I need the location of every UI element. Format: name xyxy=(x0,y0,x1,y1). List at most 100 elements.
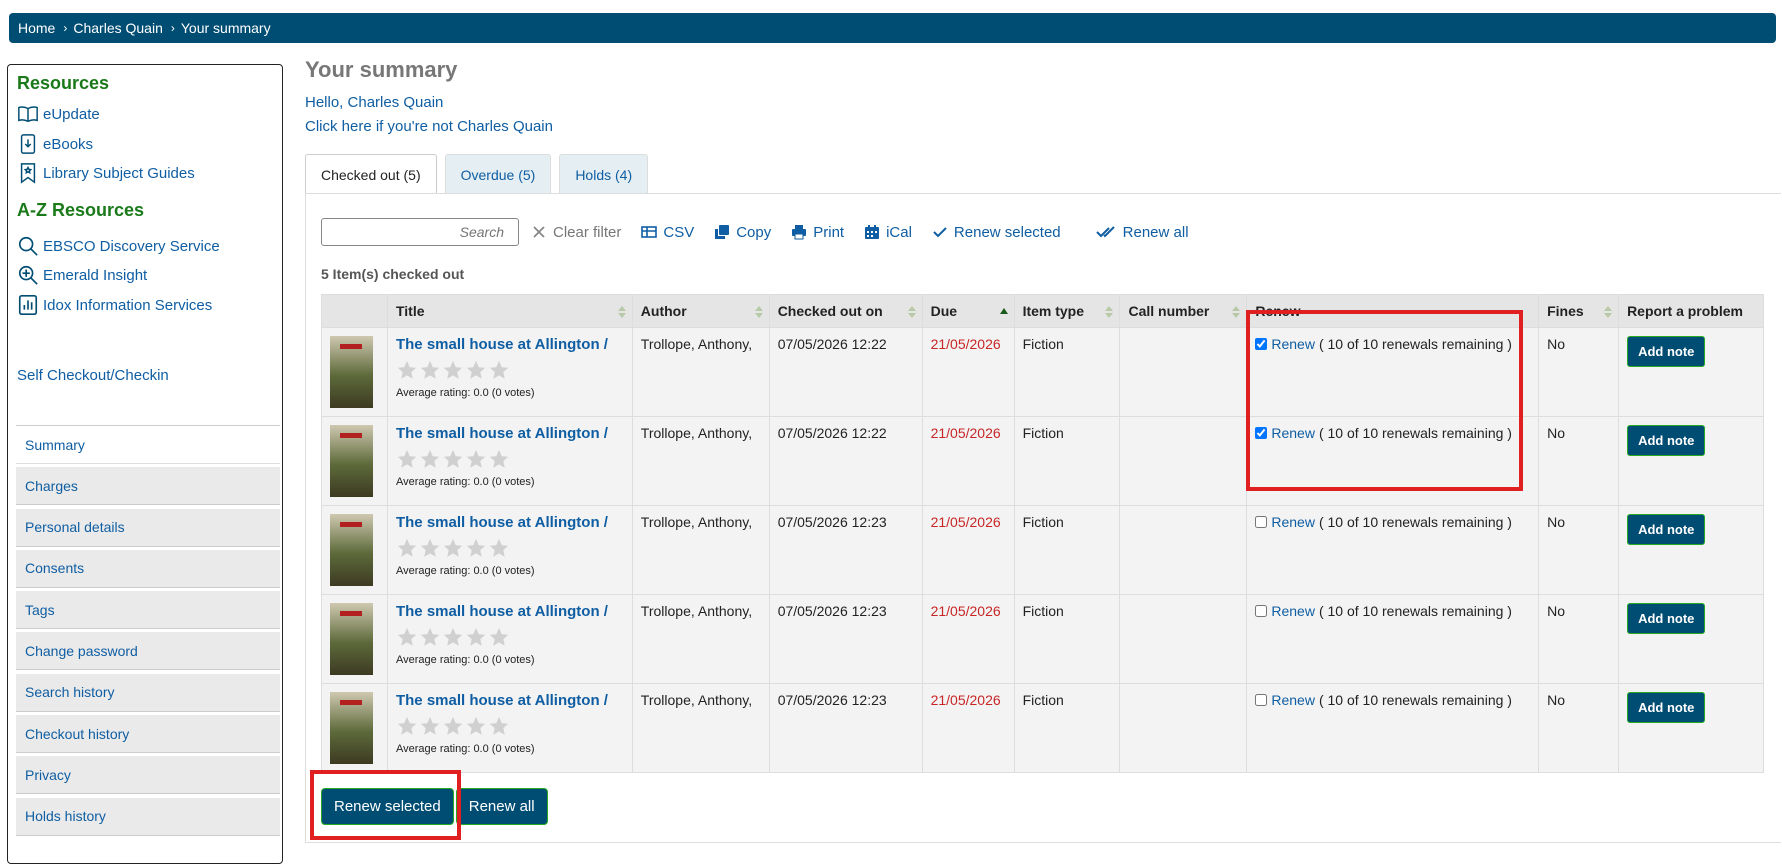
star-icon[interactable] xyxy=(419,715,441,737)
star-icon[interactable] xyxy=(488,448,510,470)
renew-selected-link[interactable]: Renew selected xyxy=(932,224,1061,241)
star-icon[interactable] xyxy=(465,626,487,648)
star-icon[interactable] xyxy=(442,448,464,470)
star-icon[interactable] xyxy=(488,715,510,737)
add-note-button[interactable]: Add note xyxy=(1627,692,1706,723)
renew-all-link[interactable]: Renew all xyxy=(1095,224,1189,241)
book-cover-image[interactable] xyxy=(330,514,373,586)
title-link[interactable]: The small house at Allington / xyxy=(396,336,608,353)
sidebar-link-subject-guides[interactable]: Library Subject Guides xyxy=(17,162,195,184)
average-rating: Average rating: 0.0 (0 votes) xyxy=(395,387,535,399)
star-icon[interactable] xyxy=(396,359,418,381)
sidebar-link-self-checkout[interactable]: Self Checkout/Checkin xyxy=(17,367,169,384)
star-icon[interactable] xyxy=(419,359,441,381)
book-cover-image[interactable] xyxy=(330,425,373,497)
az-heading: A-Z Resources xyxy=(17,200,145,220)
star-icon[interactable] xyxy=(442,626,464,648)
breadcrumb-home[interactable]: Home xyxy=(18,20,55,36)
add-note-button[interactable]: Add note xyxy=(1627,425,1706,456)
star-rating[interactable] xyxy=(396,448,624,470)
author-cell: Trollope, Anthony, xyxy=(631,505,770,595)
breadcrumb-user[interactable]: Charles Quain xyxy=(73,20,163,36)
star-icon[interactable] xyxy=(442,715,464,737)
title-link[interactable]: The small house at Allington / xyxy=(396,692,608,709)
menu-item-change-password[interactable]: Change password xyxy=(16,632,280,671)
copy-label: Copy xyxy=(736,223,772,241)
star-icon[interactable] xyxy=(419,537,441,559)
column-header-checked-out-on[interactable]: Checked out on xyxy=(768,294,923,328)
star-icon[interactable] xyxy=(396,626,418,648)
column-header-call-number[interactable]: Call number xyxy=(1119,294,1248,328)
title-link[interactable]: The small house at Allington / xyxy=(396,425,608,442)
column-header-due[interactable]: Due xyxy=(921,294,1015,328)
ical-button[interactable]: iCal xyxy=(864,224,912,241)
copy-button[interactable]: Copy xyxy=(714,224,771,241)
menu-item-checkout-history[interactable]: Checkout history xyxy=(16,715,280,754)
star-icon[interactable] xyxy=(488,626,510,648)
star-rating[interactable] xyxy=(396,715,624,737)
star-icon[interactable] xyxy=(488,537,510,559)
book-cover-image[interactable] xyxy=(330,336,373,408)
renew-link[interactable]: Renew xyxy=(1271,603,1315,619)
column-header-item-type[interactable]: Item type xyxy=(1013,294,1121,328)
menu-item-search-history[interactable]: Search history xyxy=(16,673,280,712)
search-input[interactable] xyxy=(321,218,519,246)
renew-checkbox[interactable] xyxy=(1255,605,1268,617)
star-icon[interactable] xyxy=(396,715,418,737)
book-cover-image[interactable] xyxy=(330,603,373,675)
not-me-link[interactable]: Click here if you're not Charles Quain xyxy=(305,118,553,135)
print-button[interactable]: Print xyxy=(791,224,844,241)
menu-item-privacy[interactable]: Privacy xyxy=(16,756,280,795)
sidebar-link-eupdate[interactable]: eUpdate xyxy=(17,103,100,125)
renew-link[interactable]: Renew xyxy=(1271,692,1315,708)
add-note-button[interactable]: Add note xyxy=(1627,514,1706,545)
star-icon[interactable] xyxy=(419,626,441,648)
book-cover-image[interactable] xyxy=(330,692,373,764)
star-icon[interactable] xyxy=(465,359,487,381)
star-icon[interactable] xyxy=(419,448,441,470)
menu-item-personal-details[interactable]: Personal details xyxy=(16,508,280,547)
star-icon[interactable] xyxy=(396,448,418,470)
star-icon[interactable] xyxy=(442,537,464,559)
column-header-title[interactable]: Title xyxy=(386,294,633,328)
sidebar-link-idox[interactable]: Idox Information Services xyxy=(17,294,212,316)
sidebar-link-emerald[interactable]: Emerald Insight xyxy=(17,264,147,286)
renew-checkbox[interactable] xyxy=(1255,694,1268,706)
star-icon[interactable] xyxy=(465,715,487,737)
column-header-label: Fines xyxy=(1547,303,1584,319)
menu-item-holds-history[interactable]: Holds history xyxy=(16,797,280,836)
tab-checked-out[interactable]: Checked out (5) xyxy=(305,154,437,194)
star-rating[interactable] xyxy=(396,626,624,648)
menu-item-charges[interactable]: Charges xyxy=(16,467,280,506)
item-type-cell: Fiction xyxy=(1013,683,1121,773)
add-note-button[interactable]: Add note xyxy=(1627,336,1706,367)
table-row: The small house at Allington / Average r… xyxy=(321,505,1764,595)
renew-link[interactable]: Renew xyxy=(1271,514,1315,530)
menu-item-consents[interactable]: Consents xyxy=(16,549,280,588)
star-rating[interactable] xyxy=(396,359,624,381)
menu-item-summary[interactable]: Summary xyxy=(16,426,280,464)
star-rating[interactable] xyxy=(396,537,624,559)
tab-overdue[interactable]: Overdue (5) xyxy=(444,154,552,194)
clear-filter-button[interactable]: Clear filter xyxy=(531,224,621,241)
sidebar-link-ebooks[interactable]: eBooks xyxy=(17,133,93,155)
sidebar-link-ebsco[interactable]: EBSCO Discovery Service xyxy=(17,235,220,257)
add-note-button[interactable]: Add note xyxy=(1627,603,1706,634)
menu-item-tags[interactable]: Tags xyxy=(16,591,280,630)
column-header-author[interactable]: Author xyxy=(631,294,770,328)
star-icon[interactable] xyxy=(488,359,510,381)
renew-checkbox[interactable] xyxy=(1255,516,1268,528)
star-icon[interactable] xyxy=(442,359,464,381)
tab-holds[interactable]: Holds (4) xyxy=(559,154,649,194)
column-header-cover xyxy=(321,294,388,328)
title-link[interactable]: The small house at Allington / xyxy=(396,603,608,620)
title-link[interactable]: The small house at Allington / xyxy=(396,514,608,531)
renew-all-button[interactable]: Renew all xyxy=(455,788,548,825)
star-icon[interactable] xyxy=(396,537,418,559)
table-toolbar: Clear filter CSV Copy Print iCal Renew s… xyxy=(321,218,1189,246)
star-icon[interactable] xyxy=(465,537,487,559)
csv-label: CSV xyxy=(663,223,695,241)
column-header-fines[interactable]: Fines xyxy=(1538,294,1620,328)
csv-button[interactable]: CSV xyxy=(641,224,694,241)
star-icon[interactable] xyxy=(465,448,487,470)
